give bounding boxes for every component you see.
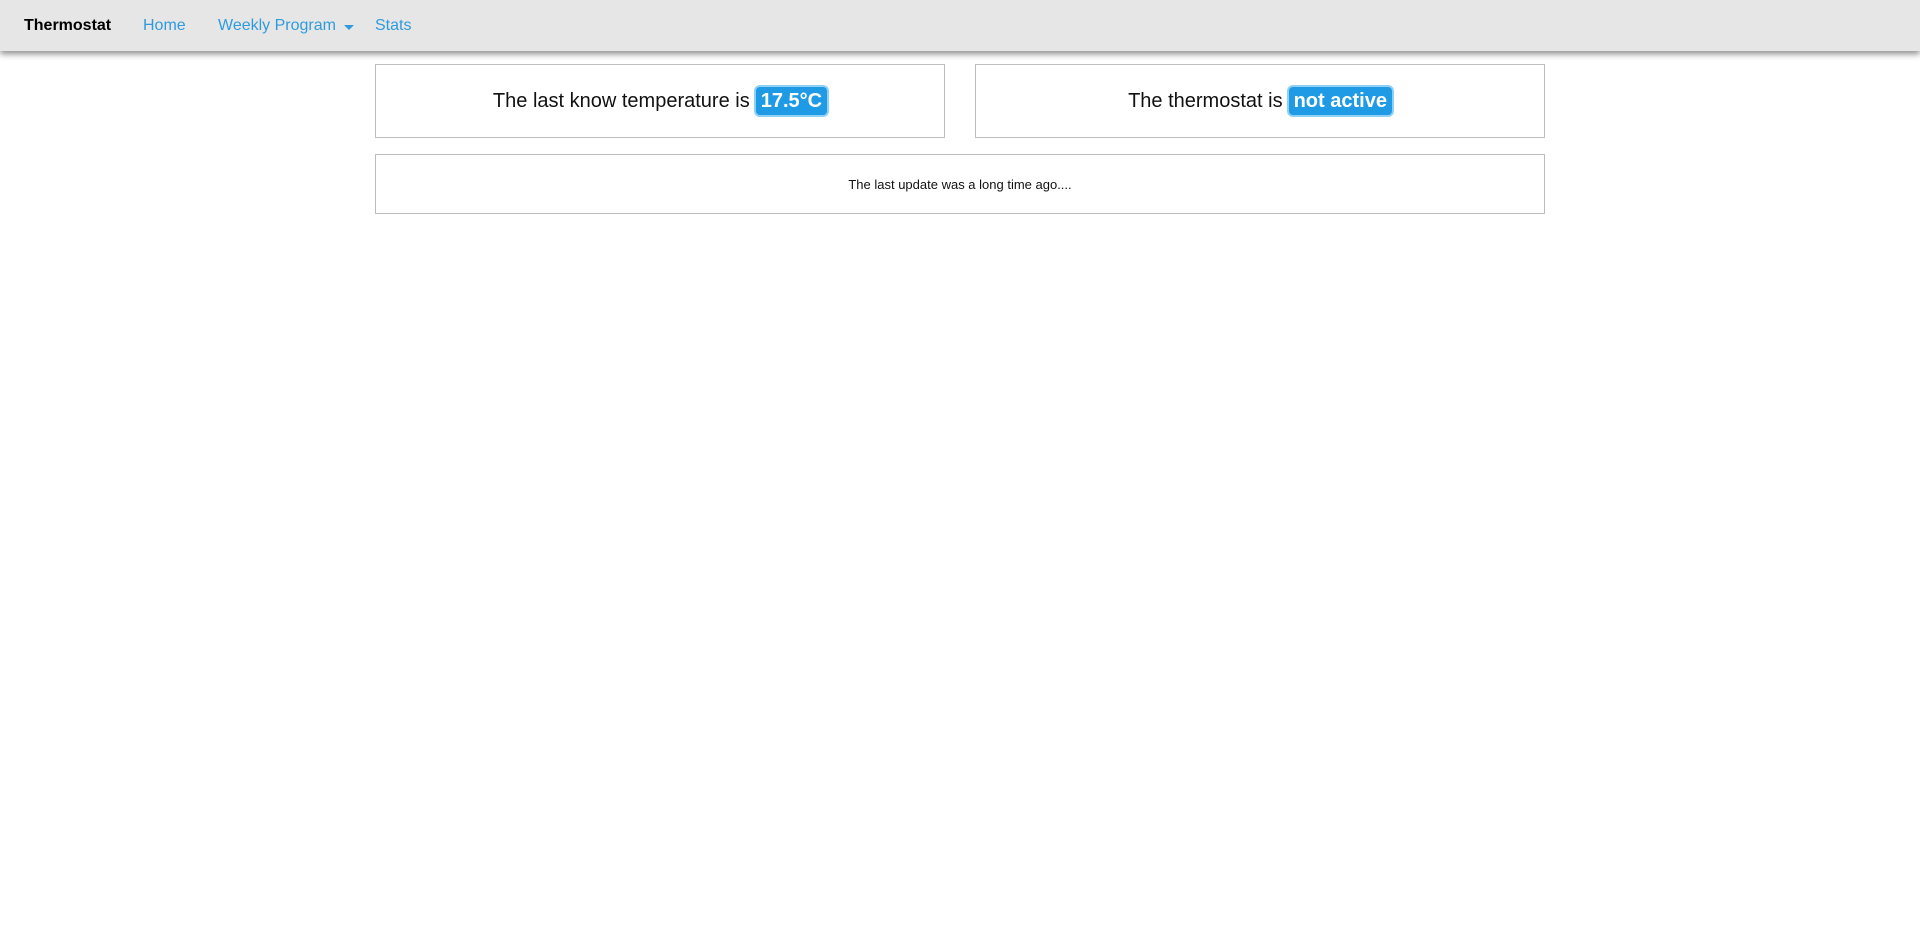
nav-weekly-program[interactable]: Weekly Program (218, 0, 336, 51)
brand-title[interactable]: Thermostat (24, 0, 111, 51)
chevron-down-icon[interactable] (344, 25, 354, 30)
nav-home[interactable]: Home (143, 0, 186, 51)
temperature-badge: 17.5°C (755, 87, 828, 115)
temperature-card: The last know temperature is 17.5°C (375, 64, 945, 138)
status-label: The thermostat is (1128, 89, 1283, 112)
last-update-text: The last update was a long time ago.... (848, 176, 1072, 192)
temperature-label: The last know temperature is (492, 89, 750, 112)
status-badge: not active (1288, 87, 1392, 115)
last-update-card: The last update was a long time ago.... (375, 154, 1545, 214)
top-navbar: Thermostat Home Weekly Program Stats (0, 0, 1920, 51)
status-card: The thermostat is not active (975, 64, 1545, 138)
nav-stats[interactable]: Stats (375, 0, 411, 51)
